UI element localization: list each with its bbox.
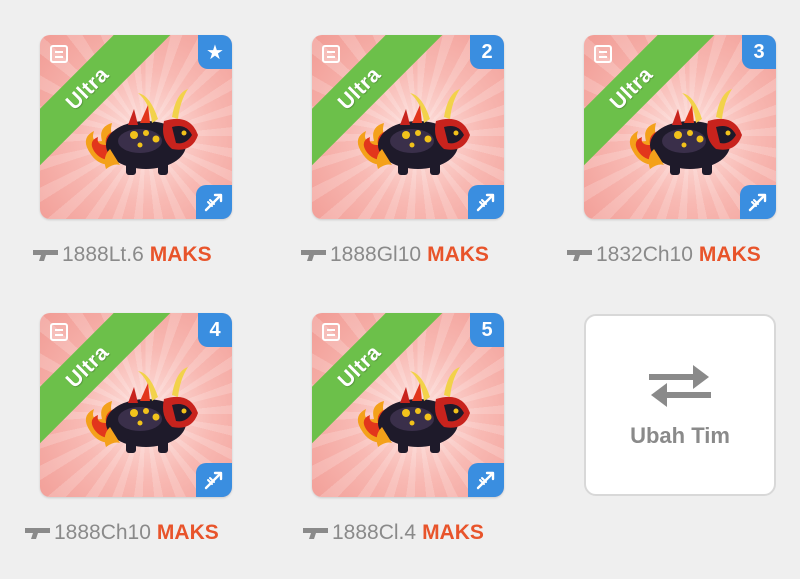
favorite-star-badge: ★: [198, 35, 232, 69]
document-icon[interactable]: [322, 45, 340, 63]
monster-card-2[interactable]: Ultra 2: [312, 35, 504, 219]
monster-label-3: 1832Ch10 MAKS: [566, 243, 761, 267]
monster-card-3[interactable]: Ultra 3: [584, 35, 776, 219]
change-team-label: Ubah Tim: [630, 423, 730, 448]
slot-number-badge: 2: [470, 35, 504, 69]
monster-stat: 1888Gl10: [330, 243, 422, 266]
gun-icon: [24, 525, 52, 541]
monster-card-1[interactable]: Ultra ★: [40, 35, 232, 219]
arrow-type-icon: [196, 185, 232, 219]
slot-number-badge: 3: [742, 35, 776, 69]
change-team-button[interactable]: Ubah Tim: [584, 314, 776, 496]
slot-number-badge: 4: [198, 313, 232, 347]
max-level-tag: MAKS: [698, 243, 761, 266]
document-icon[interactable]: [322, 323, 340, 341]
document-icon[interactable]: [50, 45, 68, 63]
document-icon[interactable]: [50, 323, 68, 341]
arrow-type-icon: [196, 463, 232, 497]
monster-stat: 1888Ch10: [54, 521, 151, 544]
max-level-tag: MAKS: [427, 243, 489, 266]
monster-label-5: 1888Cl.4 MAKS: [302, 521, 484, 545]
arrow-type-icon: [740, 185, 776, 219]
monster-stat: 1832Ch10: [596, 243, 693, 266]
monster-stat: 1888Lt.6: [62, 243, 144, 266]
monster-card-4[interactable]: Ultra 4: [40, 313, 232, 497]
monster-stat: 1888Cl.4: [332, 521, 417, 544]
max-level-tag: MAKS: [156, 521, 219, 544]
max-level-tag: MAKS: [422, 521, 484, 544]
monster-label-2: 1888Gl10 MAKS: [300, 243, 489, 267]
max-level-tag: MAKS: [149, 243, 212, 266]
gun-icon: [300, 247, 328, 263]
monster-label-4: 1888Ch10 MAKS: [24, 521, 219, 545]
slot-number-badge: 5: [470, 313, 504, 347]
document-icon[interactable]: [594, 45, 612, 63]
arrow-type-icon: [468, 185, 504, 219]
gun-icon: [302, 525, 330, 541]
swap-arrows-icon: [649, 365, 711, 407]
gun-icon: [32, 247, 60, 263]
monster-card-5[interactable]: Ultra 5: [312, 313, 504, 497]
monster-label-1: 1888Lt.6 MAKS: [32, 243, 212, 267]
gun-icon: [566, 247, 594, 263]
arrow-type-icon: [468, 463, 504, 497]
